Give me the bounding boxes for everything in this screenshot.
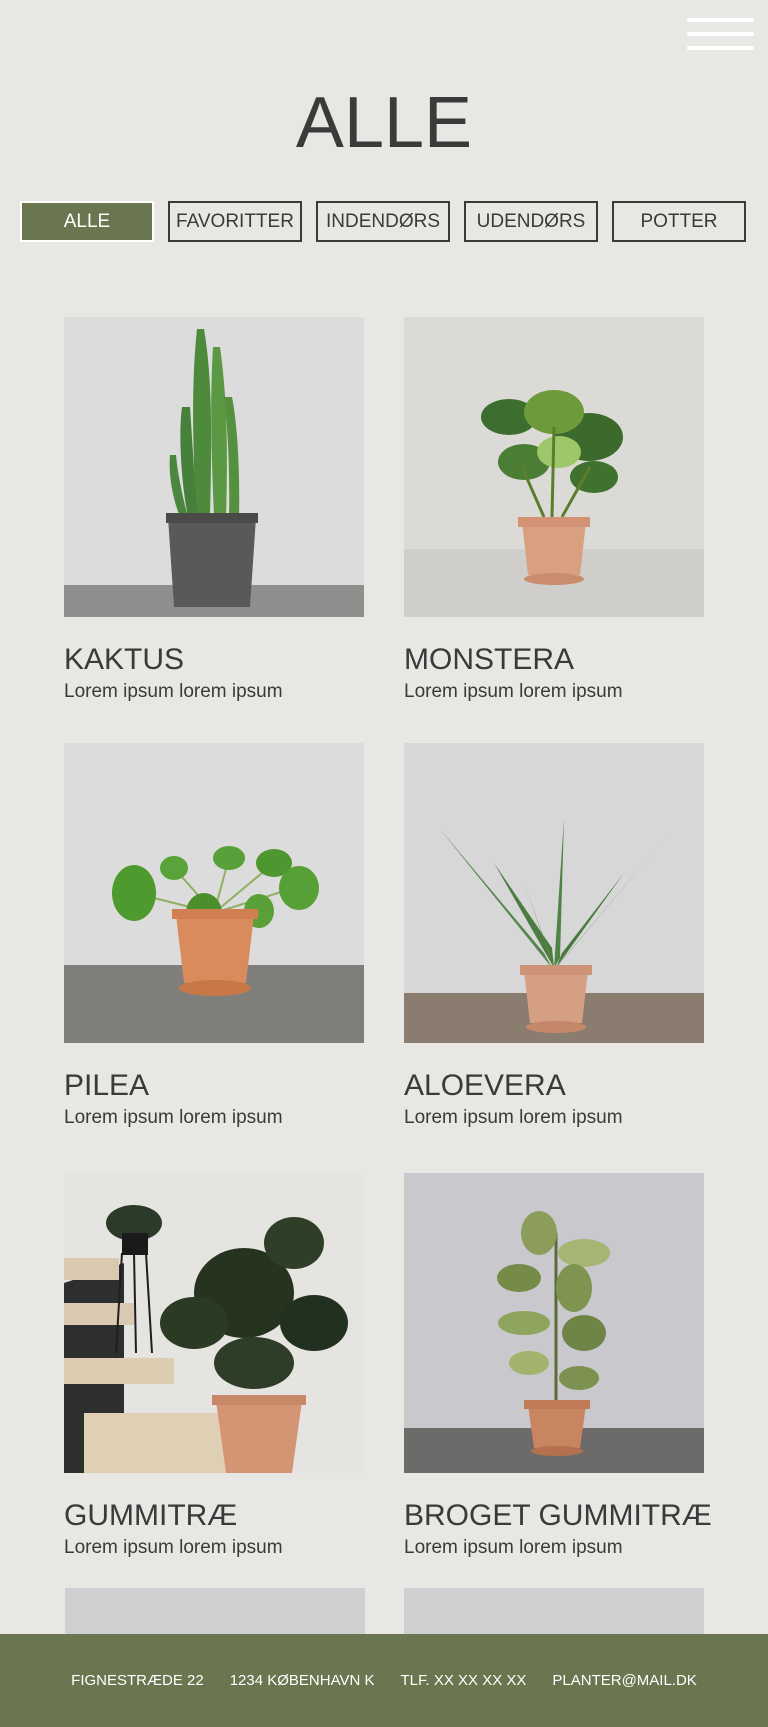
product-description: Lorem ipsum lorem ipsum: [404, 1537, 623, 1558]
product-name: GUMMITRÆ: [64, 1499, 238, 1532]
footer-address: FIGNESTRÆDE 22: [71, 1672, 204, 1689]
footer-city: 1234 KØBENHAVN K: [229, 1672, 375, 1689]
monstera-photo[interactable]: [404, 317, 704, 617]
product-card-monstera[interactable]: MONSTERA Lorem ipsum lorem ipsum: [404, 317, 704, 703]
variegated-rubber-tree-photo[interactable]: [404, 1173, 704, 1473]
product-card-kaktus[interactable]: KAKTUS Lorem ipsum lorem ipsum: [64, 317, 364, 703]
product-card-aloevera[interactable]: ALOEVERA Lorem ipsum lorem ipsum: [404, 743, 704, 1129]
filter-tab-alle[interactable]: ALLE: [20, 201, 154, 242]
product-description: Lorem ipsum lorem ipsum: [64, 1537, 283, 1558]
filter-tab-potter[interactable]: POTTER: [612, 201, 746, 242]
product-name: ALOEVERA: [404, 1069, 566, 1102]
product-name: PILEA: [64, 1069, 150, 1102]
footer-phone[interactable]: TLF. XX XX XX XX: [401, 1672, 527, 1689]
page-title: ALLE: [295, 83, 473, 163]
filter-tab-indendors[interactable]: INDENDØRS: [316, 201, 450, 242]
filter-tab-udendors[interactable]: UDENDØRS: [464, 201, 598, 242]
product-description: Lorem ipsum lorem ipsum: [64, 1107, 283, 1128]
product-name: KAKTUS: [64, 643, 185, 676]
product-card-pilea[interactable]: PILEA Lorem ipsum lorem ipsum: [64, 743, 364, 1129]
product-card-gummitrae[interactable]: GUMMITRÆ Lorem ipsum lorem ipsum: [64, 1173, 364, 1559]
aloe-vera-photo[interactable]: [404, 743, 704, 1043]
product-name: BROGET GUMMITRÆ: [404, 1499, 712, 1532]
cactus-photo[interactable]: [64, 317, 364, 617]
footer-email[interactable]: PLANTER@MAIL.DK: [552, 1672, 696, 1689]
footer: FIGNESTRÆDE 22 1234 KØBENHAVN K TLF. XX …: [0, 1634, 768, 1727]
product-card-broget-gummitrae[interactable]: BROGET GUMMITRÆ Lorem ipsum lorem ipsum: [404, 1173, 712, 1559]
product-description: Lorem ipsum lorem ipsum: [404, 1107, 623, 1128]
filter-tab-favoritter[interactable]: FAVORITTER: [168, 201, 302, 242]
product-description: Lorem ipsum lorem ipsum: [404, 681, 623, 702]
pilea-photo[interactable]: [64, 743, 364, 1043]
rubber-tree-photo[interactable]: [64, 1173, 364, 1473]
page: ALLE ALLE FAVORITTER INDENDØRS UDENDØRS …: [0, 0, 768, 1727]
product-description: Lorem ipsum lorem ipsum: [64, 681, 283, 702]
product-name: MONSTERA: [404, 643, 575, 676]
hamburger-menu-icon[interactable]: [687, 16, 754, 54]
